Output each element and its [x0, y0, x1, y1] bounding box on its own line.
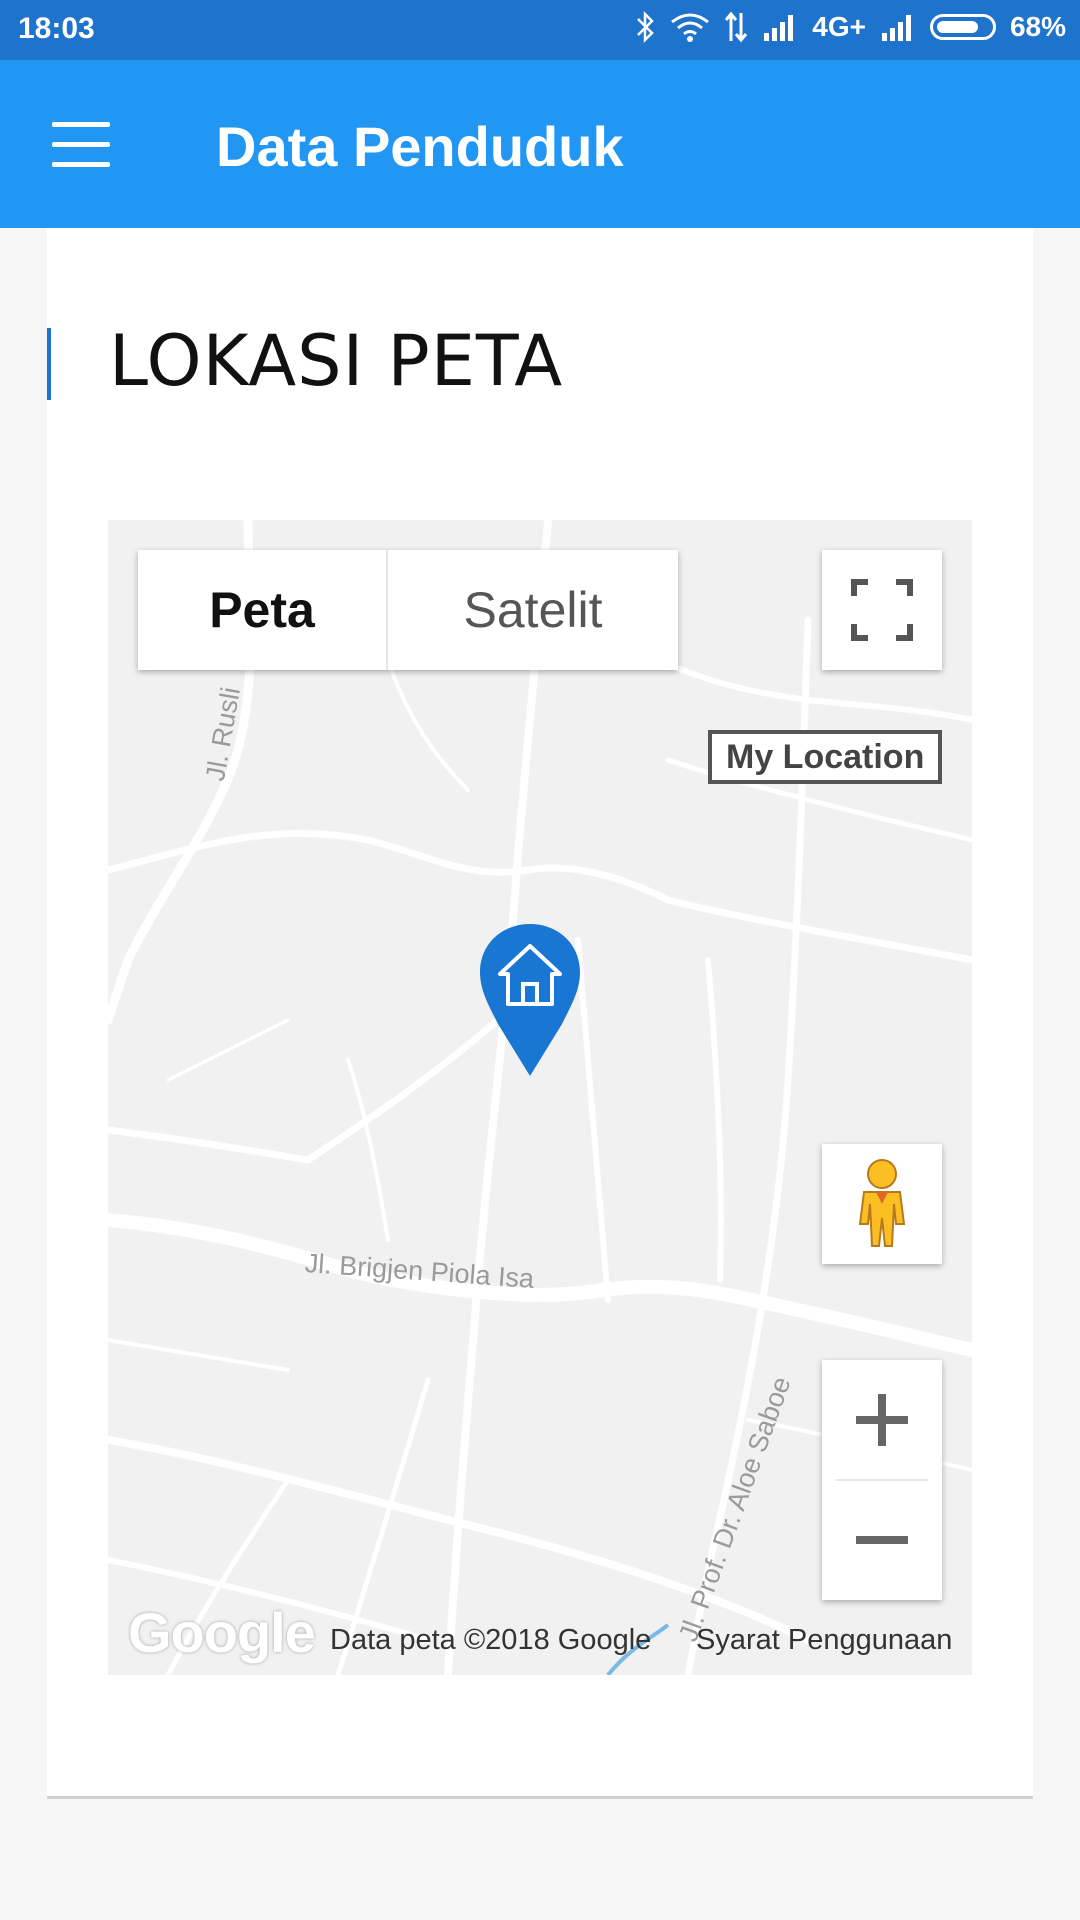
terms-of-use-link[interactable]: Syarat Penggunaan	[696, 1624, 952, 1657]
battery-percent: 68%	[1009, 11, 1066, 42]
app-bar: Data Penduduk	[0, 60, 1080, 228]
map-type-selector: Peta Satelit	[138, 550, 678, 670]
data-transfer-icon	[725, 11, 748, 43]
fullscreen-button[interactable]	[822, 550, 942, 670]
battery-icon	[929, 14, 996, 40]
zoom-in-button[interactable]	[822, 1360, 942, 1480]
google-logo: Google	[128, 1601, 316, 1664]
signal-icon-2	[881, 15, 911, 41]
map-type-satelit[interactable]: Satelit	[388, 550, 678, 670]
status-icons: 4G+ 68%	[636, 10, 1066, 44]
section-accent-bar	[47, 328, 51, 400]
status-bar: 18:03 4G+ 68%	[0, 0, 1080, 60]
zoom-divider	[836, 1479, 928, 1481]
fullscreen-icon	[851, 579, 913, 641]
section-title: LOKASI PETA	[109, 320, 564, 402]
map-view[interactable]: Jl. Rusli Jl. Brigjen Piola Isa Jl. Prof…	[108, 520, 972, 1675]
plus-icon	[856, 1394, 908, 1446]
map-attribution: Data peta ©2018 Google	[330, 1624, 652, 1656]
zoom-out-button[interactable]	[822, 1480, 942, 1600]
minus-icon	[856, 1536, 908, 1544]
bluetooth-icon	[637, 10, 655, 44]
signal-icon-1	[764, 15, 794, 41]
map-type-peta[interactable]: Peta	[138, 550, 388, 670]
pegman-icon	[858, 1159, 906, 1247]
my-location-button[interactable]: My Location	[708, 730, 943, 784]
network-type: 4G+	[812, 11, 866, 42]
wifi-icon	[671, 13, 710, 42]
home-marker-icon[interactable]	[476, 920, 584, 1085]
status-time: 18:03	[18, 12, 95, 45]
hamburger-menu-icon[interactable]	[52, 120, 114, 170]
street-view-pegman-button[interactable]	[822, 1144, 942, 1264]
app-title: Data Penduduk	[216, 115, 624, 178]
zoom-controls	[822, 1360, 942, 1600]
content-card: LOKASI PETA Jl. Rusli Jl. Brigjen Piola …	[47, 228, 1033, 1799]
